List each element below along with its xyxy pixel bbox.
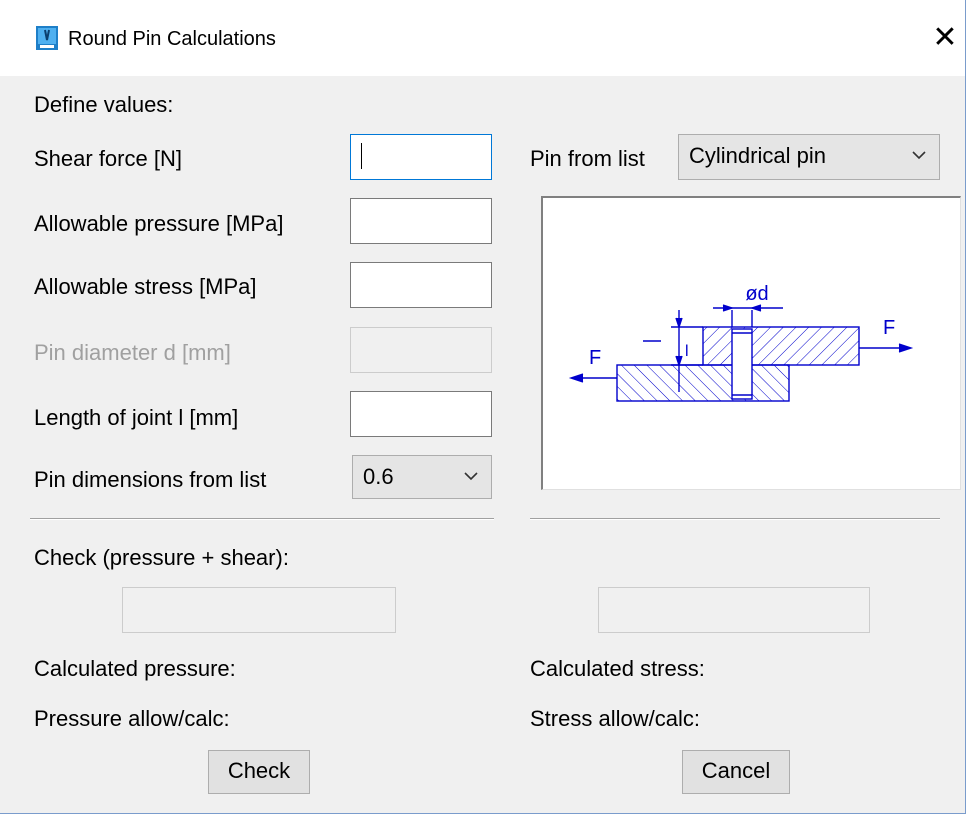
pin-dimensions-select[interactable]: 0.6 — [352, 455, 492, 499]
pin-from-list-label: Pin from list — [530, 146, 645, 171]
cancel-button[interactable]: Cancel — [682, 750, 790, 794]
check-button[interactable]: Check — [208, 750, 310, 794]
force-left-label: F — [589, 347, 601, 369]
separator-right — [530, 518, 940, 520]
separator-left — [30, 518, 494, 520]
chevron-down-icon — [464, 472, 478, 481]
pin-joint-diagram: ød F F l — [541, 196, 961, 490]
pin-type-value: Cylindrical pin — [689, 143, 826, 168]
pressure-ratio-label: Pressure allow/calc: — [34, 706, 230, 731]
define-values-heading: Define values: — [34, 92, 174, 117]
dialog-window: Round Pin Calculations ✕ Define values: … — [0, 0, 966, 814]
length-label: l — [685, 343, 689, 360]
allowable-stress-input[interactable] — [350, 262, 492, 308]
stress-result-field — [598, 587, 870, 633]
force-right-label: F — [883, 317, 895, 339]
pin-joint-drawing: ød F F l — [568, 283, 914, 402]
close-icon[interactable]: ✕ — [924, 18, 966, 58]
check-heading: Check (pressure + shear): — [34, 545, 289, 570]
title-bar[interactable]: Round Pin Calculations ✕ — [0, 0, 965, 76]
length-of-joint-input[interactable] — [350, 391, 492, 437]
pin-type-select[interactable]: Cylindrical pin — [678, 134, 940, 180]
calculated-stress-label: Calculated stress: — [530, 656, 705, 681]
allowable-pressure-input[interactable] — [350, 198, 492, 244]
stress-ratio-label: Stress allow/calc: — [530, 706, 700, 731]
shear-force-label: Shear force [N] — [34, 146, 182, 171]
pin-dimensions-label: Pin dimensions from list — [34, 467, 267, 492]
text-caret — [361, 143, 362, 169]
chevron-down-icon — [912, 151, 926, 160]
pin-diameter-label: Pin diameter d [mm] — [34, 340, 231, 365]
shear-force-input[interactable] — [350, 134, 492, 180]
check-result-field — [122, 587, 396, 633]
app-icon — [36, 26, 58, 50]
diameter-label: ød — [745, 283, 768, 305]
pin-dimensions-value: 0.6 — [363, 464, 394, 489]
pin-diameter-input — [350, 327, 492, 373]
allowable-pressure-label: Allowable pressure [MPa] — [34, 211, 284, 236]
allowable-stress-label: Allowable stress [MPa] — [34, 274, 257, 299]
length-of-joint-label: Length of joint l [mm] — [34, 405, 239, 430]
calculated-pressure-label: Calculated pressure: — [34, 656, 236, 681]
window-title: Round Pin Calculations — [68, 28, 276, 50]
